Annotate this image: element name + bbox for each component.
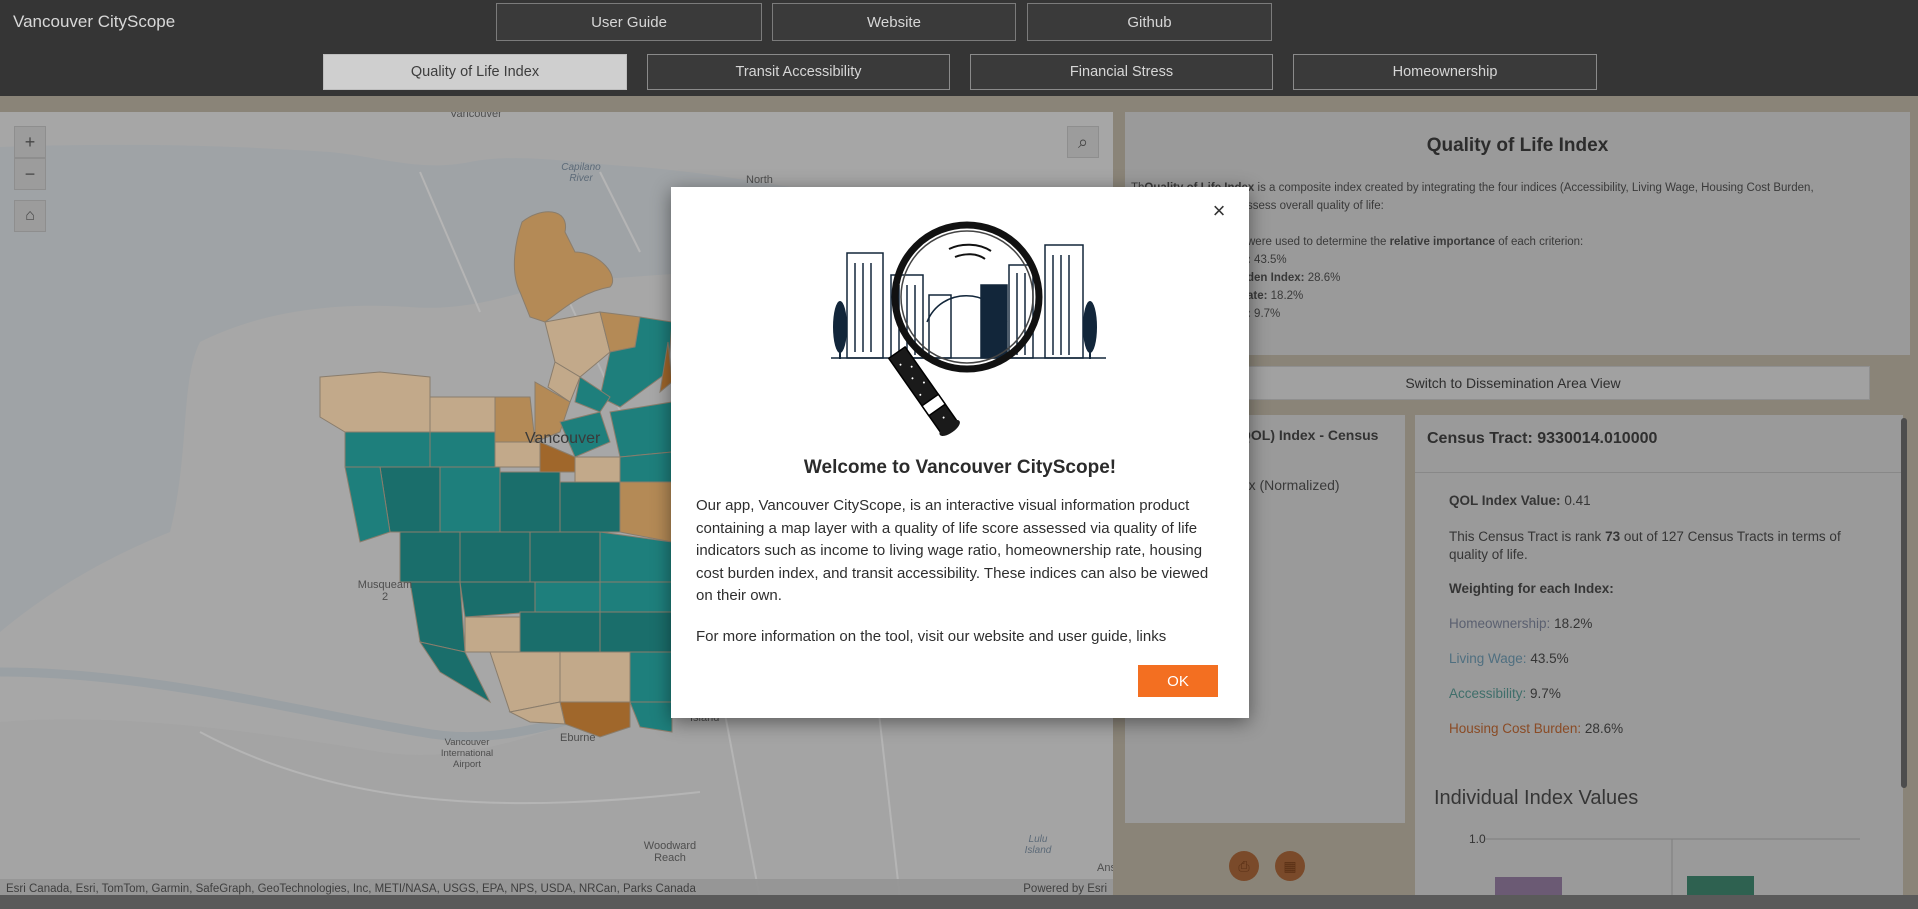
- modal-body[interactable]: Our app, Vancouver CityScope, is an inte…: [696, 495, 1226, 645]
- modal-paragraph-1: Our app, Vancouver CityScope, is an inte…: [696, 497, 1209, 604]
- ok-button[interactable]: OK: [1138, 665, 1218, 697]
- close-icon[interactable]: ×: [1207, 200, 1231, 224]
- welcome-modal: × Welcome to Vancouver CityScope! Our ap…: [671, 187, 1249, 718]
- magnifier-city-illustration: [831, 221, 1106, 436]
- modal-paragraph-2: For more information on the tool, visit …: [696, 627, 1167, 645]
- modal-title: Welcome to Vancouver CityScope!: [803, 457, 1117, 478]
